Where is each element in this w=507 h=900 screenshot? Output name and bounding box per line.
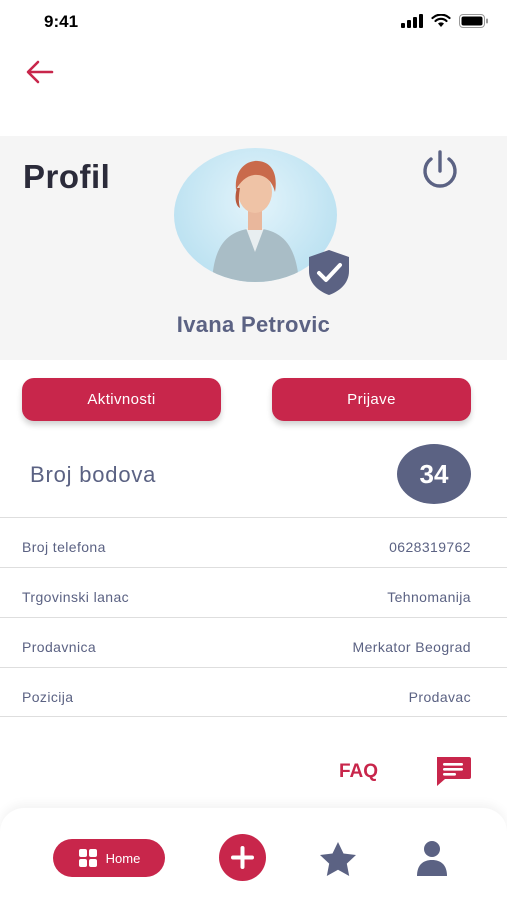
signups-button[interactable]: Prijave <box>272 378 471 421</box>
status-time: 9:41 <box>44 12 79 31</box>
info-list: Broj telefona 0628319762 Trgovinski lana… <box>0 517 507 717</box>
battery-icon <box>459 14 488 28</box>
chat-bubble-icon <box>437 757 471 786</box>
info-value: Prodavac <box>408 689 471 705</box>
info-row-position: Pozicija Prodavac <box>0 667 507 717</box>
star-icon <box>320 842 356 876</box>
info-row-chain: Trgovinski lanac Tehnomanija <box>0 567 507 617</box>
nav-profile-button[interactable] <box>414 839 450 877</box>
nav-favorites-button[interactable] <box>318 841 358 877</box>
wifi-icon <box>431 14 451 27</box>
signal-icon <box>401 14 423 28</box>
info-value: Tehnomanija <box>387 589 471 605</box>
back-button[interactable] <box>24 58 56 86</box>
arrow-left-icon <box>26 60 54 84</box>
info-row-phone: Broj telefona 0628319762 <box>0 517 507 567</box>
chat-button[interactable] <box>434 755 472 787</box>
shield-check-icon <box>309 250 349 295</box>
bottom-nav: Home <box>0 808 507 900</box>
status-bar: 9:41 <box>0 0 507 44</box>
power-icon <box>423 150 457 188</box>
verified-badge <box>303 246 355 298</box>
info-value: 0628319762 <box>389 539 471 555</box>
logout-button[interactable] <box>414 146 466 194</box>
nav-home-label: Home <box>105 850 141 866</box>
profile-header: Profil Ivana Petrovic <box>0 136 507 360</box>
info-key: Prodavnica <box>22 639 97 655</box>
info-key: Pozicija <box>22 689 74 705</box>
info-value: Merkator Beograd <box>352 639 471 655</box>
nav-home-button[interactable]: Home <box>53 839 165 877</box>
nav-add-button[interactable] <box>219 834 266 881</box>
grid-icon <box>78 849 97 867</box>
status-icons <box>401 14 489 28</box>
plus-icon <box>231 846 254 869</box>
info-key: Broj telefona <box>22 539 106 555</box>
points-badge: 34 <box>397 444 471 504</box>
points-label: Broj bodova <box>30 462 157 487</box>
user-name: Ivana Petrovic <box>176 312 331 337</box>
person-icon <box>417 841 447 876</box>
info-key: Trgovinski lanac <box>22 589 130 605</box>
page-title: Profil <box>23 158 111 195</box>
activities-button[interactable]: Aktivnosti <box>22 378 221 421</box>
faq-link[interactable]: FAQ <box>339 761 378 783</box>
info-row-store: Prodavnica Merkator Beograd <box>0 617 507 667</box>
